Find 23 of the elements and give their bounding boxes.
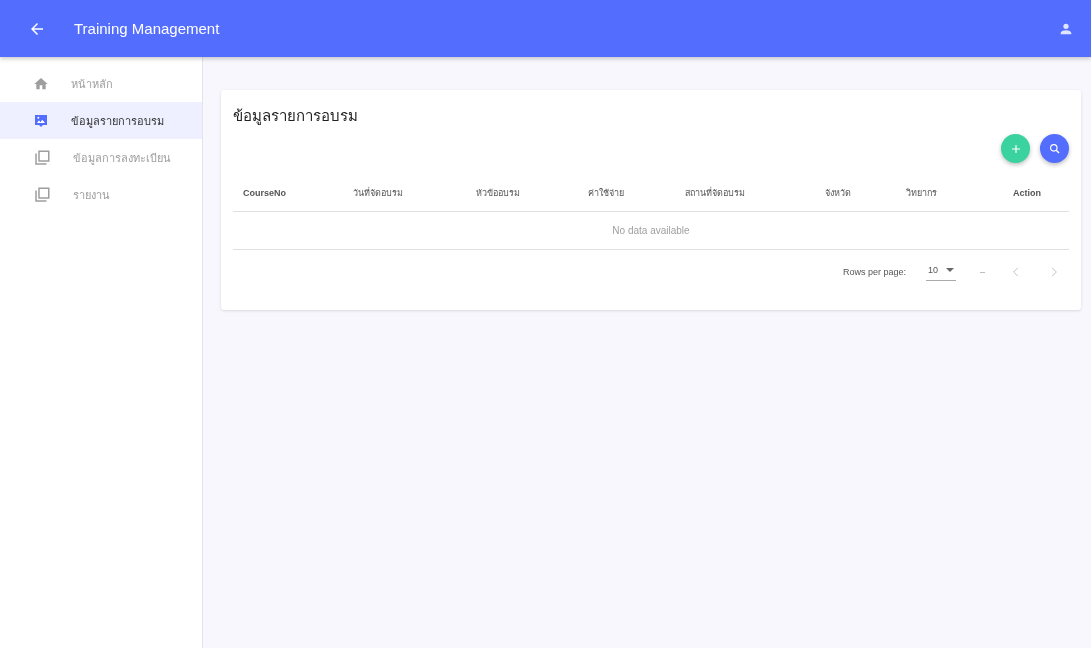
sidebar-item[interactable]: ข้อมูลรายการอบรม <box>0 102 202 139</box>
copy-icon <box>33 148 51 167</box>
dropdown-caret-icon <box>946 268 954 272</box>
home-icon <box>33 75 49 92</box>
column-header[interactable]: จังหวัด <box>815 175 896 212</box>
search-icon <box>1047 141 1062 156</box>
copy-icon <box>33 185 51 204</box>
add-button[interactable] <box>1001 134 1030 163</box>
card-title: ข้อมูลรายการอบรม <box>233 106 359 127</box>
empty-message: No data available <box>612 225 690 236</box>
app-title: Training Management <box>74 20 221 37</box>
page-range: – <box>980 267 985 277</box>
rows-per-page-label: Rows per page: <box>842 267 906 277</box>
column-header[interactable]: CourseNo <box>233 175 344 212</box>
rows-per-page-select[interactable]: 10 <box>925 263 956 281</box>
image-icon <box>33 112 49 129</box>
column-header[interactable]: วันที่จัดอบรม <box>343 175 466 212</box>
column-header[interactable]: หัวข้ออบรม <box>465 175 578 212</box>
column-header[interactable]: วิทยากร <box>895 175 985 212</box>
search-button[interactable] <box>1040 134 1069 163</box>
column-header[interactable]: สถานที่จัดอบรม <box>675 175 816 212</box>
column-header[interactable]: Action <box>985 175 1069 212</box>
column-header[interactable]: ค่าใช้จ่าย <box>577 175 676 212</box>
